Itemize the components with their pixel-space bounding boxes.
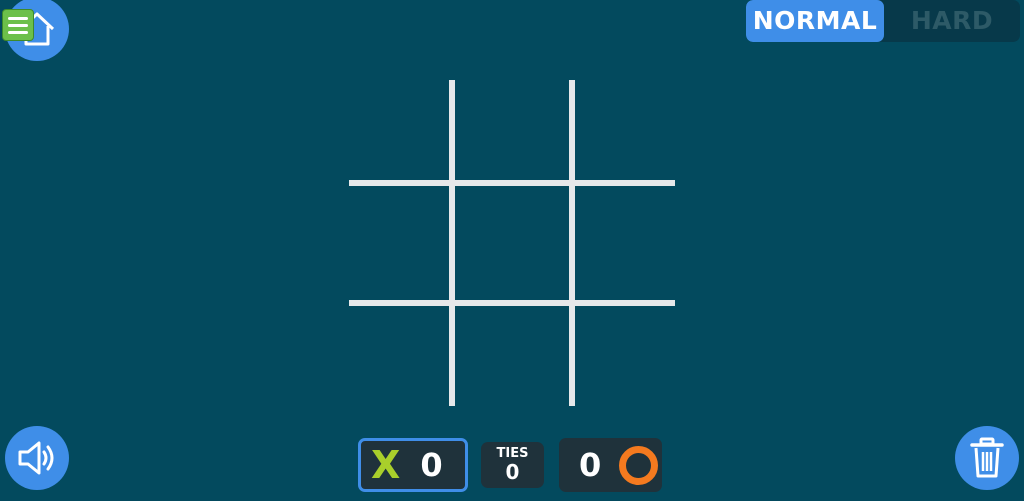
menu-icon[interactable]	[2, 9, 34, 41]
board-cell-6[interactable]	[575, 193, 675, 293]
difficulty-toggle: NORMAL HARD	[746, 0, 1020, 42]
ties-panel: TIES 0	[481, 442, 544, 488]
board-cell-5[interactable]	[462, 193, 562, 293]
board-cell-7[interactable]	[349, 306, 449, 406]
board-cell-4[interactable]	[349, 193, 449, 293]
mode-normal-button[interactable]: NORMAL	[746, 0, 884, 42]
o-mark-icon	[619, 445, 659, 485]
sound-button[interactable]	[5, 426, 69, 490]
score-o-panel: 0	[559, 438, 662, 492]
o-score: 0	[579, 446, 602, 484]
grid-line-horizontal-1	[349, 180, 675, 186]
ties-count: 0	[505, 460, 520, 484]
trash-icon	[970, 437, 1004, 478]
mode-hard-button[interactable]: HARD	[884, 0, 1020, 42]
board-cell-8[interactable]	[462, 306, 562, 406]
board-cell-9[interactable]	[575, 306, 675, 406]
grid-line-vertical-1	[449, 80, 455, 406]
board-cell-2[interactable]	[462, 80, 562, 180]
x-score: 0	[420, 446, 443, 484]
board-cell-1[interactable]	[349, 80, 449, 180]
x-mark-icon: X	[371, 443, 401, 487]
speaker-icon	[18, 441, 54, 475]
board-cell-3[interactable]	[575, 80, 675, 180]
reset-button[interactable]	[955, 426, 1019, 490]
ties-label: TIES	[496, 446, 529, 461]
game-board	[349, 80, 675, 406]
score-x-panel: X 0	[358, 438, 468, 492]
